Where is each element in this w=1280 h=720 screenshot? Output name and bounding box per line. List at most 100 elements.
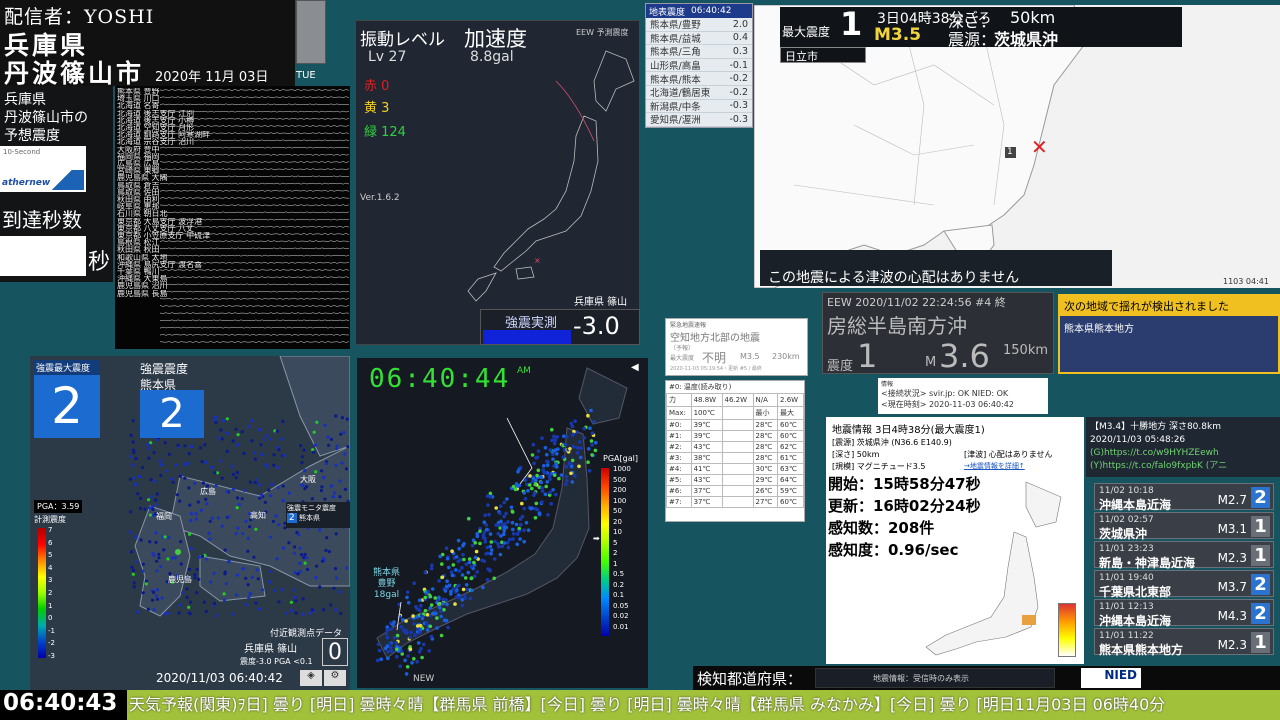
pga-callout: 熊本県 豊野 18gal bbox=[373, 568, 400, 601]
vibration-title: 振動レベル bbox=[360, 30, 445, 50]
kmoni-scale-tick: 1 bbox=[48, 601, 53, 610]
kmoni-pga: PGA：3.59 bbox=[34, 500, 83, 513]
history-row[interactable]: 11/01 12:13 沖縄本島近海 M4.3 2 bbox=[1094, 599, 1274, 628]
pga-scale-arrow: ➡ bbox=[593, 534, 600, 543]
arrival-box bbox=[0, 236, 86, 276]
quake-rate: 感知度：0.96/sec bbox=[828, 541, 959, 559]
strong-measure-value: -3.0 bbox=[573, 312, 620, 340]
kmoni-site-detail: 震度-3.0 PGA <0.1 bbox=[240, 657, 313, 666]
eew-small-line2: （予報） bbox=[670, 345, 695, 352]
temps-cell bbox=[721, 430, 754, 442]
intensity-row: 新潟県/中条 -0.3 bbox=[646, 100, 752, 114]
kmoni-scale-labels: 7 6 5 4 3 2 1 0 -1 -2 -3 bbox=[48, 524, 55, 663]
history-shindo: 1 bbox=[1251, 516, 1270, 537]
count-yellow: 黄 3 bbox=[364, 101, 390, 116]
history-mag: M2.7 bbox=[1217, 493, 1247, 507]
detect-panel: 次の地域で揺れが検出されました 熊本県熊本地方 bbox=[1058, 294, 1280, 374]
table-row: #2: 43℃ 28℃ 62℃ bbox=[666, 441, 804, 453]
kmoni-city-label: 高知 bbox=[250, 510, 266, 520]
intensity-row: 熊本県/三角 0.3 bbox=[646, 45, 752, 59]
pga-scale-tick: 1 bbox=[613, 559, 618, 568]
history-row[interactable]: 11/02 10:18 沖縄本島近海 M2.7 2 bbox=[1094, 483, 1274, 512]
pga-callout-pref: 熊本県 bbox=[373, 568, 401, 578]
detect-title: 次の地域で揺れが検出されました bbox=[1060, 296, 1278, 316]
forecast-panel: 兵庫県 丹波篠山市の 予想震度 10-Second athernews 到達秒数… bbox=[0, 86, 113, 282]
widget-swoosh bbox=[50, 170, 84, 190]
intensity-row-station: 北海道/鶴居東 bbox=[650, 88, 711, 100]
pga-map-panel: 06:40:44 AM ◀ PGA[gal] 1000 500 200 100 50 20… bbox=[357, 358, 648, 688]
temps-cell: 37℃ bbox=[690, 485, 723, 497]
pga-scale-tick: 5 bbox=[613, 538, 618, 547]
nhk-marker-number: 1 bbox=[1007, 147, 1013, 157]
eew-small-max-label: 最大震度 bbox=[670, 355, 695, 362]
intensity-row: 熊本県/熊本 -0.2 bbox=[646, 72, 752, 86]
pga-scale-tick: 0.2 bbox=[613, 580, 625, 589]
intensity-list-time: 06:40:42 bbox=[691, 6, 732, 16]
history-row[interactable]: 11/01 19:40 千葉県北東部 M3.7 2 bbox=[1094, 570, 1274, 599]
svg-text:×: × bbox=[534, 256, 541, 265]
intensity-row: 熊本県/豊野 2.0 bbox=[646, 18, 752, 32]
eew-int-value: 1 bbox=[857, 337, 878, 375]
tweet-panel: 【M3.4】十勝地方 深さ80.8km 2020/11/03 05:48:26 … bbox=[1086, 417, 1280, 477]
temps-cell: 最大 bbox=[777, 406, 804, 420]
version-label: Ver.1.6.2 bbox=[360, 193, 400, 203]
intensity-row-station: 熊本県/熊本 bbox=[650, 74, 701, 86]
forecast-line1: 兵庫県 bbox=[4, 92, 46, 108]
quake-info-link[interactable]: →地震情報を詳細↑ bbox=[964, 461, 1025, 471]
pga-scale-labels: 1000 500 200 100 50 20 10 5 2 1 0.5 0.2 0.1 0.05 0.02 0… bbox=[613, 464, 631, 632]
pga-scale-tick: 20 bbox=[613, 517, 622, 526]
table-row: #0: 39℃ 28℃ 60℃ bbox=[666, 419, 804, 431]
temps-cell bbox=[721, 419, 754, 431]
nhk-corner: 1103 04:41 bbox=[1223, 277, 1269, 286]
connection-panel: 情報 <接続状況> svir.jp: OK NIED: OK <現在時刻> 20… bbox=[878, 378, 1048, 414]
temps-cell: #3: bbox=[666, 452, 692, 464]
history-row[interactable]: 11/02 02:57 茨城県沖 M3.1 1 bbox=[1094, 512, 1274, 541]
pga-scale-tick: 0.01 bbox=[613, 622, 629, 631]
eew-header: EEW 2020/11/02 22:24:56 #4 終 bbox=[827, 296, 1006, 309]
count-green: 緑 124 bbox=[364, 125, 406, 140]
temps-cell: #2: bbox=[666, 441, 692, 453]
detect-pref-label: 検知都道府県： bbox=[697, 670, 803, 688]
arrival-unit: 秒 bbox=[88, 250, 111, 275]
history-shindo: 2 bbox=[1251, 574, 1270, 595]
temps-cell: 39℃ bbox=[690, 430, 723, 442]
kmoni-settings-button[interactable]: ⚙ bbox=[324, 670, 346, 686]
intensity-row-value: -0.2 bbox=[729, 86, 748, 98]
temps-cell: #6: bbox=[666, 485, 692, 497]
temps-cell bbox=[721, 496, 754, 508]
history-row[interactable]: 11/01 11:22 熊本県熊本地方 M2.3 1 bbox=[1094, 628, 1274, 657]
kmoni-nav-button[interactable]: ◈ bbox=[300, 670, 322, 686]
temps-cell: 60℃ bbox=[777, 419, 804, 431]
eew-small-mag: M3.5 bbox=[740, 352, 760, 361]
date-label: 2020年 11月 03日 bbox=[155, 70, 269, 85]
conn-line1: 情報 bbox=[881, 381, 894, 388]
kmoni-scale-tick: -3 bbox=[48, 651, 55, 660]
table-row: Max: 100℃ 最小 最大 bbox=[666, 406, 804, 420]
temps-head-cell: N/A bbox=[752, 393, 779, 407]
temps-cell: 39℃ bbox=[690, 419, 723, 431]
history-row[interactable]: 11/01 23:23 新島・神津島近海 M2.3 1 bbox=[1094, 541, 1274, 570]
kmoni-legend: 強震モニタ震度 2 熊本県 bbox=[286, 502, 350, 528]
intensity-row-station: 熊本県/豊野 bbox=[650, 20, 701, 32]
temps-cell: #4: bbox=[666, 463, 692, 475]
temps-cell: 63℃ bbox=[777, 463, 804, 475]
history-shindo: 1 bbox=[1251, 632, 1270, 653]
temps-cell: 30℃ bbox=[752, 463, 779, 475]
nied-logo: NIED bbox=[1081, 668, 1141, 688]
quake-info-line1: [震源] 茨城県沖 (N36.6 E140.9) bbox=[832, 438, 952, 447]
tweet-line4[interactable]: (Y)https://t.co/falo9fxpbK (アニ bbox=[1090, 458, 1276, 471]
strong-measure-label: 強震実測 bbox=[505, 316, 558, 331]
intensity-row-value: -0.3 bbox=[729, 113, 748, 125]
temps-head-cell: 力 bbox=[666, 393, 692, 407]
pga-collapse-icon[interactable]: ◀ bbox=[631, 362, 639, 373]
tweet-line3[interactable]: (G)https://t.co/w9HYHZEewh bbox=[1090, 448, 1276, 458]
intensity-row-value: -0.3 bbox=[729, 100, 748, 112]
weather-ticker-text: 天気予報(関東)ｦ日] 曇り [明日] 曇時々晴【群馬県 前橋】[今日] 曇り … bbox=[129, 695, 1166, 714]
temps-cell: 28℃ bbox=[752, 441, 779, 453]
pga-scale-tick: 2 bbox=[613, 549, 618, 557]
temps-cell bbox=[721, 406, 754, 420]
epicenter-mark-icon: ✕ bbox=[1031, 135, 1048, 159]
temps-cell: Max: bbox=[666, 406, 692, 420]
temps-cell: 100℃ bbox=[690, 406, 723, 420]
intensity-row-station: 新潟県/中条 bbox=[650, 101, 701, 113]
